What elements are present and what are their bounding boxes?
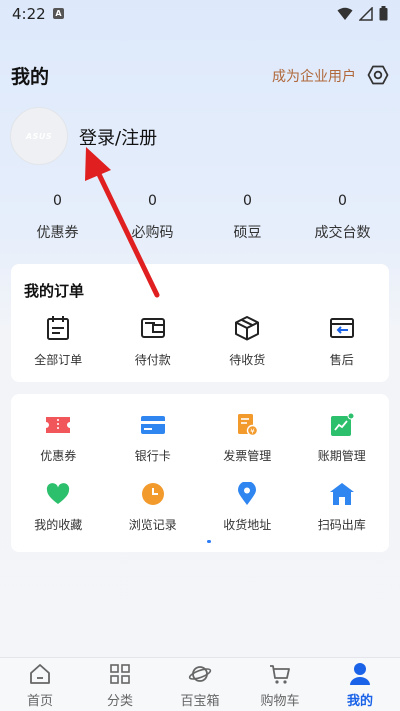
wifi-icon <box>337 7 353 20</box>
service-label: 优惠券 <box>40 449 77 463</box>
orders-card: 我的订单 全部订单 待付款 待收货 售后 <box>11 264 389 382</box>
home-icon <box>28 662 52 686</box>
orders-title: 我的订单 <box>24 282 85 300</box>
order-label: 待付款 <box>134 353 171 367</box>
service-billing-period[interactable]: 账期管理 <box>295 412 390 481</box>
service-label: 收货地址 <box>223 518 272 532</box>
bank-card-icon <box>140 412 166 438</box>
service-label: 我的收藏 <box>34 518 83 532</box>
signal-icon <box>359 6 373 21</box>
stat-label: 硕豆 <box>233 225 262 241</box>
grid-icon <box>108 662 132 686</box>
warehouse-icon <box>329 481 355 507</box>
box-icon <box>233 314 261 342</box>
services-grid: 优惠券 银行卡 ¥ 发票管理 账期管理 我的收藏 浏览记录 收货地址 扫码出库 <box>11 412 389 550</box>
services-card: 优惠券 银行卡 ¥ 发票管理 账期管理 我的收藏 浏览记录 收货地址 扫码出库 <box>11 394 389 552</box>
page-indicator <box>207 540 211 543</box>
chart-icon <box>329 412 355 438</box>
page-title: 我的 <box>11 66 50 88</box>
stat-purchase-codes[interactable]: 0 必购码 <box>105 193 200 242</box>
stat-beans[interactable]: 0 硕豆 <box>200 193 295 242</box>
service-bank-card[interactable]: 银行卡 <box>106 412 201 481</box>
service-invoice[interactable]: ¥ 发票管理 <box>200 412 295 481</box>
service-label: 账期管理 <box>317 449 366 463</box>
stat-value: 0 <box>338 193 347 209</box>
order-pending-payment[interactable]: 待付款 <box>106 314 201 368</box>
stat-value: 0 <box>243 193 252 209</box>
avatar[interactable]: ASUS <box>10 107 68 165</box>
stat-value: 0 <box>53 193 62 209</box>
coupon-icon <box>45 412 71 438</box>
service-history[interactable]: 浏览记录 <box>106 481 201 550</box>
tab-label: 首页 <box>26 694 53 709</box>
location-icon <box>234 481 260 507</box>
status-bar: 4:22 A <box>0 0 400 28</box>
tab-toolbox[interactable]: 百宝箱 <box>160 658 240 711</box>
service-address[interactable]: 收货地址 <box>200 481 295 550</box>
tab-label: 百宝箱 <box>180 694 220 709</box>
tab-label: 购物车 <box>260 694 300 709</box>
wallet-icon <box>139 314 167 342</box>
stat-label: 优惠券 <box>36 225 79 241</box>
stat-value: 0 <box>148 193 157 209</box>
stat-label: 成交台数 <box>314 225 371 241</box>
stats-row: 0 优惠券 0 必购码 0 硕豆 0 成交台数 <box>10 193 390 242</box>
settings-button[interactable] <box>367 64 389 86</box>
order-all[interactable]: 全部订单 <box>11 314 106 368</box>
tab-mine[interactable]: 我的 <box>320 658 400 711</box>
bottom-tab-bar: 首页 分类 百宝箱 购物车 我的 <box>0 657 400 711</box>
tab-label: 分类 <box>106 694 133 709</box>
tab-label: 我的 <box>346 694 373 709</box>
calendar-icon <box>44 314 72 342</box>
service-label: 扫码出库 <box>317 518 366 532</box>
orders-row: 全部订单 待付款 待收货 售后 <box>11 314 389 368</box>
service-coupons[interactable]: 优惠券 <box>11 412 106 481</box>
order-label: 全部订单 <box>34 353 83 367</box>
system-icons <box>337 6 388 21</box>
tab-home[interactable]: 首页 <box>0 658 80 711</box>
order-label: 待收货 <box>229 353 266 367</box>
clock-icon <box>140 481 166 507</box>
service-label: 浏览记录 <box>128 518 177 532</box>
become-enterprise-link[interactable]: 成为企业用户 <box>272 66 356 86</box>
status-time: 4:22 <box>12 5 46 23</box>
service-scan-outbound[interactable]: 扫码出库 <box>295 481 390 550</box>
avatar-logo: ASUS <box>25 131 53 141</box>
stat-label: 必购码 <box>131 225 174 241</box>
stat-coupons[interactable]: 0 优惠券 <box>10 193 105 242</box>
return-icon <box>328 314 356 342</box>
service-label: 发票管理 <box>223 449 272 463</box>
stat-deals[interactable]: 0 成交台数 <box>295 193 390 242</box>
service-label: 银行卡 <box>134 449 171 463</box>
notification-badge: A <box>53 8 64 19</box>
planet-icon <box>188 662 212 686</box>
order-after-sales[interactable]: 售后 <box>295 314 390 368</box>
battery-icon <box>379 6 388 21</box>
invoice-icon: ¥ <box>234 412 260 438</box>
login-register-link[interactable]: 登录/注册 <box>79 124 157 150</box>
heart-icon <box>45 481 71 507</box>
user-icon <box>348 662 372 686</box>
settings-icon <box>367 65 389 85</box>
order-pending-receipt[interactable]: 待收货 <box>200 314 295 368</box>
svg-text:¥: ¥ <box>251 427 256 435</box>
service-favorites[interactable]: 我的收藏 <box>11 481 106 550</box>
tab-categories[interactable]: 分类 <box>80 658 160 711</box>
cart-icon <box>268 662 292 686</box>
tab-cart[interactable]: 购物车 <box>240 658 320 711</box>
order-label: 售后 <box>329 353 354 367</box>
